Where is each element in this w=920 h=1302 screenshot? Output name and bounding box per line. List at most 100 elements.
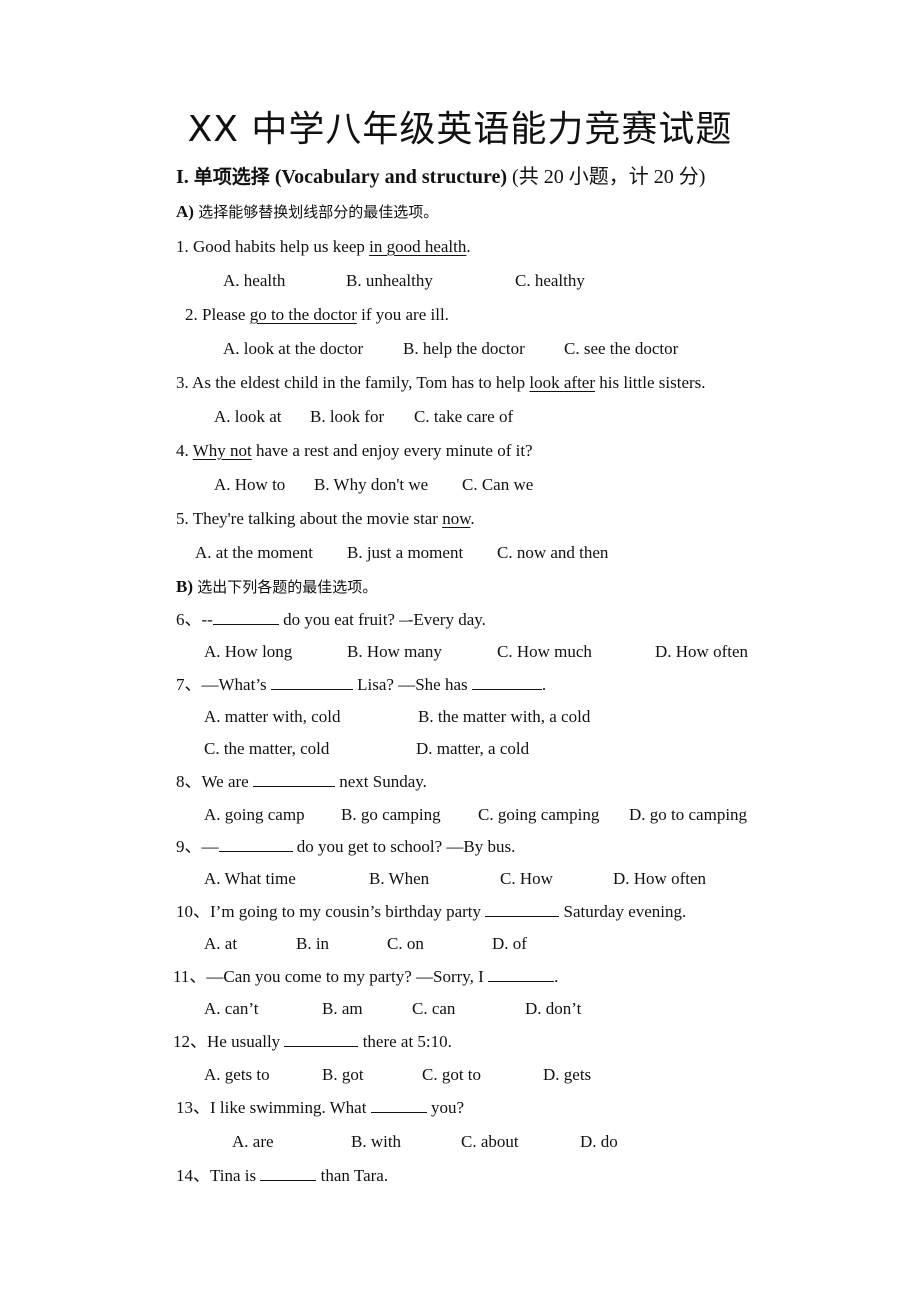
- question-text: 11、—Can you come to my party? —Sorry, I: [173, 967, 489, 986]
- section-en-title: (Vocabulary and structure): [274, 166, 508, 188]
- question-text: there at 5:10.: [358, 1032, 452, 1051]
- option[interactable]: D. gets: [543, 1064, 591, 1086]
- answer-blank[interactable]: [370, 1098, 427, 1113]
- answer-blank[interactable]: [218, 837, 293, 852]
- underlined-phrase: go to the doctor: [249, 305, 357, 324]
- option[interactable]: B. the matter with, a cold: [418, 706, 590, 728]
- question-7: 7、—What’s Lisa? —She has .: [176, 674, 546, 696]
- option[interactable]: D. do: [580, 1131, 618, 1153]
- question-text: 8、We are: [176, 772, 253, 791]
- option[interactable]: B. unhealthy: [346, 270, 433, 292]
- option[interactable]: A. can’t: [204, 998, 258, 1020]
- option[interactable]: C. take care of: [414, 406, 513, 428]
- question-text: 9、—: [176, 837, 219, 856]
- answer-blank[interactable]: [252, 772, 335, 787]
- question-text: 10、I’m going to my cousin’s birthday par…: [176, 902, 486, 921]
- option[interactable]: A. at: [204, 933, 237, 955]
- option[interactable]: C. can: [412, 998, 455, 1020]
- option[interactable]: C. on: [387, 933, 424, 955]
- question-1-options: A. health B. unhealthy C. healthy: [0, 270, 920, 292]
- option[interactable]: C. Can we: [462, 474, 533, 496]
- question-text: do you get to school? —By bus.: [292, 837, 516, 856]
- option[interactable]: C. How much: [497, 641, 592, 663]
- part-b-text: 选出下列各题的最佳选项。: [197, 578, 378, 596]
- question-9: 9、— do you get to school? —By bus.: [176, 836, 515, 858]
- option[interactable]: A. How long: [204, 641, 292, 663]
- option[interactable]: C. now and then: [497, 542, 608, 564]
- answer-blank[interactable]: [471, 675, 542, 690]
- question-12-options: A. gets to B. got C. got to D. gets: [0, 1064, 920, 1086]
- option[interactable]: B. look for: [310, 406, 384, 428]
- option[interactable]: B. just a moment: [347, 542, 463, 564]
- answer-blank[interactable]: [270, 675, 353, 690]
- answer-blank[interactable]: [488, 967, 555, 982]
- option[interactable]: A. matter with, cold: [204, 706, 340, 728]
- question-text: 4.: [176, 441, 193, 460]
- option[interactable]: D. How often: [655, 641, 748, 663]
- option[interactable]: D. go to camping: [629, 804, 747, 826]
- option[interactable]: C. see the doctor: [564, 338, 678, 360]
- underlined-phrase: look after: [529, 373, 596, 392]
- section-number: I.: [176, 166, 189, 188]
- option[interactable]: C. about: [461, 1131, 519, 1153]
- question-5: 5. They're talking about the movie star …: [176, 508, 475, 530]
- page-title: XX 中学八年级英语能力竞赛试题: [187, 109, 733, 150]
- question-text: 5. They're talking about the movie star: [176, 509, 443, 528]
- option[interactable]: A. at the moment: [195, 542, 313, 564]
- question-text: 14、Tina is: [176, 1166, 261, 1185]
- part-a-instruction: A) 选择能够替换划线部分的最佳选项。: [176, 201, 438, 223]
- question-3: 3. As the eldest child in the family, To…: [176, 372, 706, 394]
- option[interactable]: B. When: [369, 868, 429, 890]
- answer-blank[interactable]: [212, 610, 279, 625]
- option[interactable]: D. How often: [613, 868, 706, 890]
- option[interactable]: B. got: [322, 1064, 364, 1086]
- question-12: 12、He usually there at 5:10.: [173, 1031, 452, 1053]
- option[interactable]: B. in: [296, 933, 329, 955]
- option[interactable]: A. What time: [204, 868, 296, 890]
- option[interactable]: C. healthy: [515, 270, 585, 292]
- section-heading: I. 单项选择 (Vocabulary and structure) (共 20…: [176, 166, 705, 188]
- option[interactable]: A. look at: [214, 406, 282, 428]
- option[interactable]: A. look at the doctor: [223, 338, 363, 360]
- option[interactable]: A. going camp: [204, 804, 305, 826]
- option[interactable]: B. go camping: [341, 804, 441, 826]
- answer-blank[interactable]: [485, 902, 560, 917]
- answer-blank[interactable]: [284, 1032, 359, 1047]
- option[interactable]: D. matter, a cold: [416, 738, 529, 760]
- underlined-phrase: Why not: [192, 441, 252, 460]
- question-text: .: [541, 675, 547, 694]
- option[interactable]: D. of: [492, 933, 527, 955]
- question-8: 8、We are next Sunday.: [176, 771, 427, 793]
- question-13: 13、I like swimming. What you?: [176, 1097, 464, 1119]
- option[interactable]: C. got to: [422, 1064, 481, 1086]
- option[interactable]: A. health: [223, 270, 285, 292]
- question-text: .: [554, 967, 559, 986]
- question-text: .: [470, 509, 475, 528]
- option[interactable]: B. How many: [347, 641, 442, 663]
- option[interactable]: B. am: [322, 998, 363, 1020]
- option[interactable]: A. How to: [214, 474, 285, 496]
- question-text: .: [466, 237, 471, 256]
- option[interactable]: D. don’t: [525, 998, 581, 1020]
- option[interactable]: C. the matter, cold: [204, 738, 329, 760]
- option[interactable]: C. How: [500, 868, 553, 890]
- section-note: (共 20 小题，计 20 分): [512, 166, 706, 188]
- option[interactable]: B. help the doctor: [403, 338, 525, 360]
- question-text: 12、He usually: [173, 1032, 285, 1051]
- question-text: 13、I like swimming. What: [176, 1098, 371, 1117]
- option[interactable]: A. gets to: [204, 1064, 270, 1086]
- question-text: 6、--: [176, 610, 213, 629]
- question-6: 6、-- do you eat fruit? –-Every day.: [176, 609, 486, 631]
- question-text: than Tara.: [316, 1166, 389, 1185]
- option[interactable]: B. with: [351, 1131, 401, 1153]
- question-10: 10、I’m going to my cousin’s birthday par…: [176, 901, 686, 923]
- question-text: Lisa? —She has: [352, 675, 472, 694]
- option[interactable]: A. are: [232, 1131, 274, 1153]
- option[interactable]: B. Why don't we: [314, 474, 428, 496]
- part-b-label: B): [176, 577, 193, 596]
- question-text: 1. Good habits help us keep: [176, 237, 370, 256]
- answer-blank[interactable]: [260, 1166, 317, 1181]
- option[interactable]: C. going camping: [478, 804, 599, 826]
- question-1: 1. Good habits help us keep in good heal…: [176, 236, 471, 258]
- question-14: 14、Tina is than Tara.: [176, 1165, 388, 1187]
